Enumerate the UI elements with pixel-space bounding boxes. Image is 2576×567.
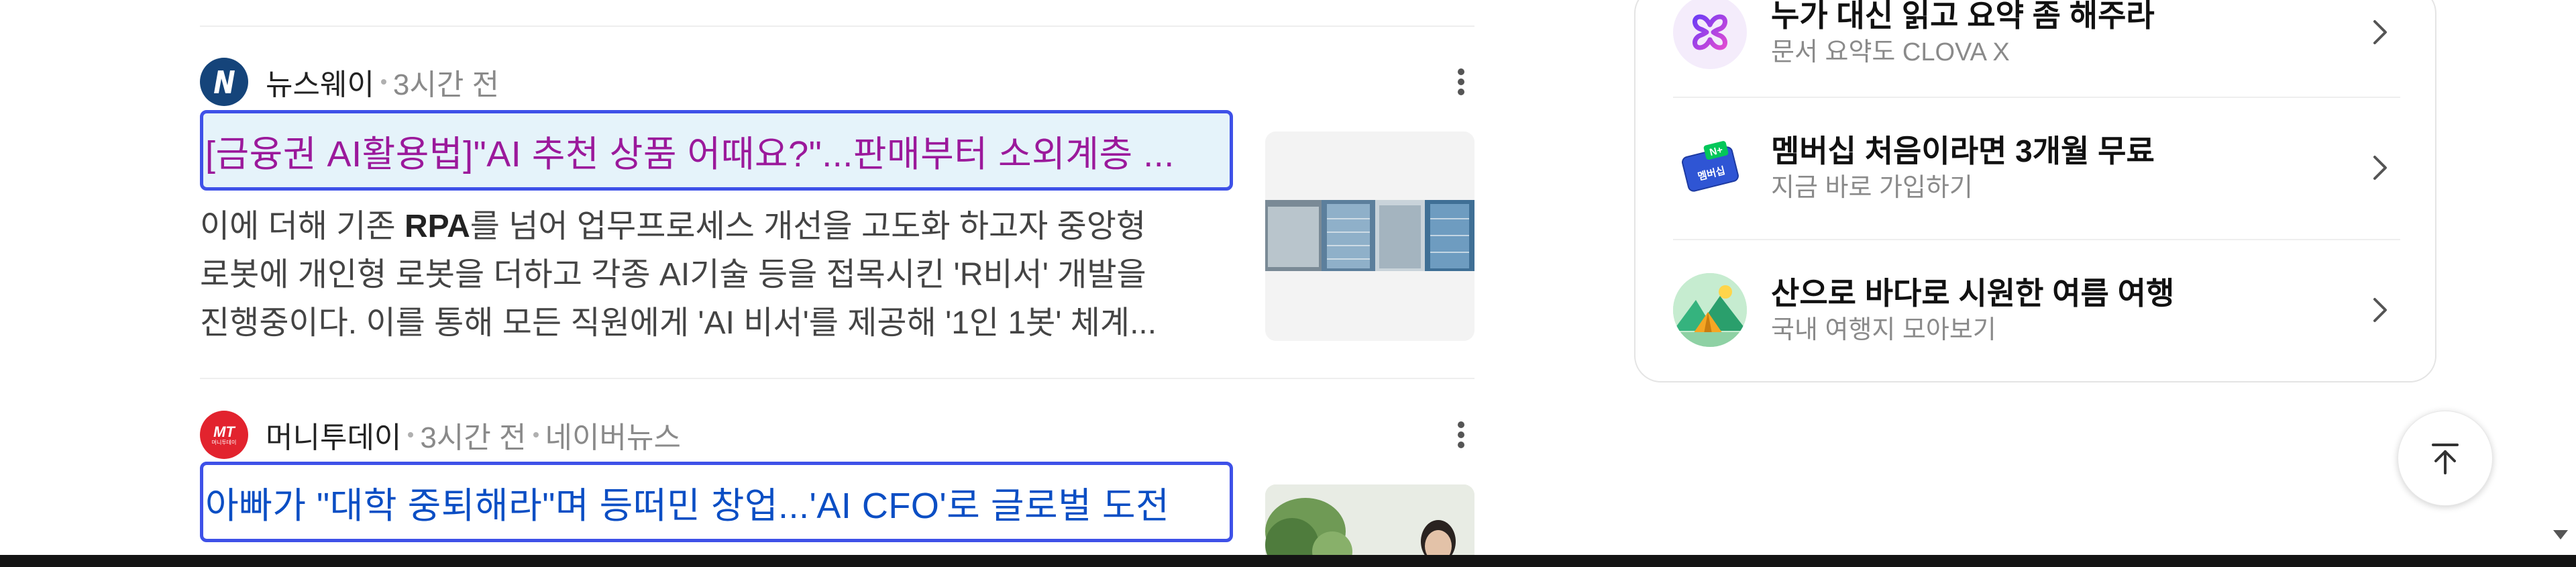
newsway-logo-icon (214, 70, 235, 93)
arrow-up-to-top-icon (2432, 444, 2459, 474)
snippet-highlight: RPA (404, 209, 470, 244)
clova-x-icon (1673, 0, 1747, 69)
newsway-logo[interactable] (200, 58, 248, 106)
travel-icon (1673, 273, 1747, 347)
news-source-row: MT 머니투데이 머니투데이 3시간 전 네이버뉴스 (200, 408, 1474, 462)
promo-panel: 누가 대신 읽고 요약 좀 해주라 문서 요약도 CLOVA X N+ 멤버십 … (1634, 0, 2436, 382)
bottom-bar (0, 555, 2576, 567)
headline-text: [금융권 AI활용법]"AI 추천 상품 어때요?"...판매부터 소외계층 .… (205, 134, 1175, 174)
scrollbar-down-arrow[interactable] (2553, 530, 2568, 539)
snippet-line: 로봇에 개인형 로봇을 더하고 각종 AI기술 등을 접목시킨 'R비서' 개발… (200, 257, 1146, 293)
publish-time: 3시간 전 (392, 68, 500, 101)
news-source-row: 뉴스웨이 3시간 전 (200, 55, 1474, 109)
chevron-right-icon (2373, 20, 2387, 44)
promo-title: 산으로 바다로 시원한 여름 여행 (1771, 276, 2175, 311)
promo-title: 멤버십 처음이라면 3개월 무료 (1771, 134, 2155, 168)
headline-text: 아빠가 "대학 중퇴해라"며 등떠민 창업...'AI CFO'로 글로벌 도전 (205, 485, 1170, 526)
snippet-line: 이에 더해 기존 RPA를 넘어 업무프로세스 개선을 고도화 하고자 중앙형 (200, 209, 1146, 244)
separator-dot (380, 79, 386, 85)
separator-dot (533, 432, 539, 437)
source-name[interactable]: 머니투데이 (266, 413, 401, 456)
promo-title: 누가 대신 읽고 요약 좀 해주라 (1771, 0, 2155, 33)
promo-item-clova[interactable]: 누가 대신 읽고 요약 좀 해주라 문서 요약도 CLOVA X (1673, 0, 2400, 103)
news-thumbnail[interactable] (1265, 132, 1474, 341)
publish-time: 3시간 전 (420, 421, 527, 454)
source-name[interactable]: 뉴스웨이 (266, 60, 374, 103)
promo-text: 누가 대신 읽고 요약 좀 해주라 문서 요약도 CLOVA X (1771, 0, 2155, 69)
news-thumbnail[interactable] (1265, 484, 1474, 565)
building-photo (1265, 132, 1474, 341)
promo-item-membership[interactable]: N+ 멤버십 멤버십 처음이라면 3개월 무료 지금 바로 가입하기 (1673, 97, 2400, 239)
chevron-right-icon (2373, 298, 2387, 322)
separator-dot (408, 432, 414, 437)
promo-subtitle: 국내 여행지 모아보기 (1771, 316, 1996, 344)
news-snippet[interactable]: 이에 더해 기존 RPA를 넘어 업무프로세스 개선을 고도화 하고자 중앙형 … (200, 203, 1226, 348)
promo-text: 멤버십 처음이라면 3개월 무료 지금 바로 가입하기 (1771, 131, 2155, 205)
promo-subtitle: 지금 바로 가입하기 (1771, 174, 1973, 202)
moneytoday-logo[interactable]: MT 머니투데이 (200, 411, 248, 459)
promo-item-travel[interactable]: 산으로 바다로 시원한 여름 여행 국내 여행지 모아보기 (1673, 239, 2400, 381)
promo-text: 산으로 바다로 시원한 여름 여행 국내 여행지 모아보기 (1771, 273, 2174, 347)
scroll-to-top-button[interactable] (2398, 411, 2493, 506)
headline-link[interactable]: [금융권 AI활용법]"AI 추천 상품 어때요?"...판매부터 소외계층 .… (200, 110, 1233, 191)
more-options-button[interactable] (1448, 60, 1474, 103)
person-photo (1265, 484, 1474, 565)
headline-link[interactable]: 아빠가 "대학 중퇴해라"며 등떠민 창업...'AI CFO'로 글로벌 도전 (200, 462, 1233, 542)
logo-text: MT (213, 423, 235, 440)
news-divider (200, 378, 1474, 379)
membership-icon: N+ 멤버십 (1673, 131, 1747, 205)
snippet-line: 진행중이다. 이를 통해 모든 직원에게 'AI 비서'를 제공해 '1인 1봇… (200, 305, 1157, 341)
promo-subtitle: 문서 요약도 CLOVA X (1771, 38, 2010, 66)
top-divider (200, 25, 1474, 27)
logo-subtext: 머니투데이 (211, 439, 237, 446)
naver-news-link[interactable]: 네이버뉴스 (545, 413, 681, 456)
chevron-right-icon (2373, 156, 2387, 180)
more-options-button[interactable] (1448, 413, 1474, 456)
